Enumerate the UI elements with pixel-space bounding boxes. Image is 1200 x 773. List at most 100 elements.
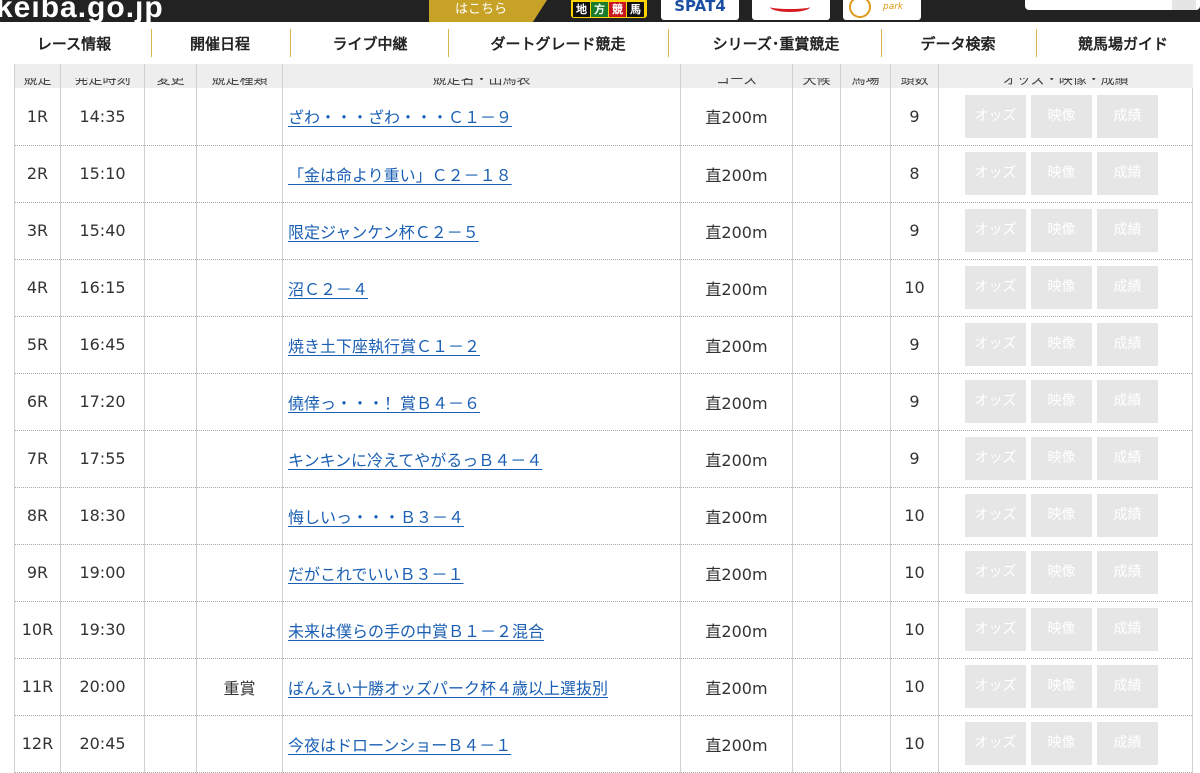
race-name-link[interactable]: 僥倖っ・・・！賞Ｂ４－６ <box>288 394 480 413</box>
odds-button[interactable]: オッズ <box>965 665 1026 708</box>
odds-button[interactable]: オッズ <box>965 722 1026 765</box>
track-condition-cell <box>840 487 891 545</box>
chiho-char: 競 <box>609 2 626 17</box>
race-number-cell: 1R <box>14 88 61 146</box>
odds-button[interactable]: オッズ <box>965 551 1026 594</box>
odds-video-result-cell: オッズ 映像 成績 <box>938 487 1193 545</box>
odds-video-result-cell: オッズ 映像 成績 <box>938 145 1193 203</box>
race-number-cell: 5R <box>14 316 61 374</box>
odds-button[interactable]: オッズ <box>965 209 1026 252</box>
video-button[interactable]: 映像 <box>1031 380 1092 423</box>
race-type-cell <box>196 601 283 659</box>
race-number-cell: 11R <box>14 658 61 716</box>
video-button[interactable]: 映像 <box>1031 608 1092 651</box>
race-name-link[interactable]: だがこれでいいＢ３－１ <box>288 565 464 584</box>
result-button[interactable]: 成績 <box>1097 380 1158 423</box>
result-button[interactable]: 成績 <box>1097 722 1158 765</box>
odds-button[interactable]: オッズ <box>965 380 1026 423</box>
nav-race-info[interactable]: レース情報 <box>14 29 134 59</box>
nav-track-guide[interactable]: 競馬場ガイド <box>1046 29 1200 59</box>
nav-schedule[interactable]: 開催日程 <box>160 29 280 59</box>
search-button[interactable] <box>1172 0 1196 10</box>
race-name-link[interactable]: ざわ・・・ざわ・・・Ｃ１－９ <box>288 108 512 127</box>
result-button[interactable]: 成績 <box>1097 94 1158 138</box>
result-button[interactable]: 成績 <box>1097 152 1158 195</box>
hakochira-tab[interactable]: はこちら <box>429 0 547 22</box>
video-button[interactable]: 映像 <box>1031 665 1092 708</box>
oddspark-banner[interactable]: park <box>843 0 921 20</box>
nav-separator <box>448 29 449 57</box>
video-button[interactable]: 映像 <box>1031 323 1092 366</box>
start-time-cell: 15:10 <box>60 145 145 203</box>
nav-live[interactable]: ライブ中継 <box>300 29 440 59</box>
result-button[interactable]: 成績 <box>1097 665 1158 708</box>
race-name-link[interactable]: ばんえい十勝オッズパーク杯４歳以上選抜別 <box>288 679 608 698</box>
track-condition-cell <box>840 544 891 602</box>
result-button[interactable]: 成績 <box>1097 323 1158 366</box>
race-type-cell: 重賞 <box>196 658 283 716</box>
result-button[interactable]: 成績 <box>1097 209 1158 252</box>
race-name-cell: 「金は命より重い」Ｃ２－１８ <box>282 145 681 203</box>
chiho-char: 方 <box>591 2 608 17</box>
result-button[interactable]: 成績 <box>1097 608 1158 651</box>
race-name-link[interactable]: 焼き土下座執行賞Ｃ１－２ <box>288 337 480 356</box>
odds-button[interactable]: オッズ <box>965 94 1026 138</box>
result-button[interactable]: 成績 <box>1097 494 1158 537</box>
race-name-link[interactable]: 「金は命より重い」Ｃ２－１８ <box>288 166 512 185</box>
course-cell: 直200m <box>680 430 793 488</box>
odds-button[interactable]: オッズ <box>965 152 1026 195</box>
course-cell: 直200m <box>680 658 793 716</box>
change-cell <box>144 88 197 146</box>
odds-button[interactable]: オッズ <box>965 266 1026 309</box>
result-button[interactable]: 成績 <box>1097 437 1158 480</box>
video-button[interactable]: 映像 <box>1031 437 1092 480</box>
race-type-cell <box>196 373 283 431</box>
video-button[interactable]: 映像 <box>1031 209 1092 252</box>
table-row: 5R 16:45 焼き土下座執行賞Ｃ１－２ 直200m 9 オッズ 映像 成績 <box>14 316 1193 374</box>
nav-dirt-grade[interactable]: ダートグレード競走 <box>458 29 658 59</box>
site-logo[interactable]: keiba.go.jp <box>0 0 164 22</box>
partner-banner-red[interactable] <box>752 0 830 20</box>
nav-series[interactable]: シリーズ･重賞競走 <box>678 29 874 59</box>
start-time-cell: 17:55 <box>60 430 145 488</box>
race-name-link[interactable]: 沼Ｃ２－４ <box>288 280 368 299</box>
odds-button[interactable]: オッズ <box>965 608 1026 651</box>
result-button[interactable]: 成績 <box>1097 551 1158 594</box>
race-name-link[interactable]: 悔しいっ・・・Ｂ３－４ <box>288 508 464 527</box>
chiho-keiba-banner[interactable]: 地 方 競 馬 <box>571 0 647 18</box>
nav-data-search[interactable]: データ検索 <box>890 29 1026 59</box>
weather-cell <box>792 145 841 203</box>
table-row: 10R 19:30 未来は僕らの手の中賞Ｂ１－２混合 直200m 10 オッズ 映像 成績 <box>14 601 1193 659</box>
race-type-cell <box>196 259 283 317</box>
race-number-cell: 10R <box>14 601 61 659</box>
video-button[interactable]: 映像 <box>1031 94 1092 138</box>
video-button[interactable]: 映像 <box>1031 152 1092 195</box>
race-number-cell: 2R <box>14 145 61 203</box>
race-name-link[interactable]: キンキンに冷えてやがるっＢ４－４ <box>288 451 542 470</box>
start-time-cell: 16:45 <box>60 316 145 374</box>
table-row: 8R 18:30 悔しいっ・・・Ｂ３－４ 直200m 10 オッズ 映像 成績 <box>14 487 1193 545</box>
race-type-cell <box>196 544 283 602</box>
race-name-link[interactable]: 今夜はドローンショーＢ４－１ <box>288 736 511 755</box>
race-name-cell: 今夜はドローンショーＢ４－１ <box>282 715 681 773</box>
change-cell <box>144 259 197 317</box>
search-input[interactable] <box>1025 0 1200 10</box>
race-type-cell <box>196 145 283 203</box>
race-name-cell: ざわ・・・ざわ・・・Ｃ１－９ <box>282 88 681 146</box>
weather-cell <box>792 601 841 659</box>
race-name-link[interactable]: 未来は僕らの手の中賞Ｂ１－２混合 <box>288 622 544 641</box>
video-button[interactable]: 映像 <box>1031 266 1092 309</box>
video-button[interactable]: 映像 <box>1031 494 1092 537</box>
change-cell <box>144 373 197 431</box>
video-button[interactable]: 映像 <box>1031 551 1092 594</box>
col-type: 競走種類 <box>196 64 283 88</box>
result-button[interactable]: 成績 <box>1097 266 1158 309</box>
spat4-banner[interactable]: SPAT4 <box>661 0 739 20</box>
main-nav: レース情報 開催日程 ライブ中継 ダートグレード競走 シリーズ･重賞競走 データ… <box>0 22 1200 64</box>
odds-button[interactable]: オッズ <box>965 323 1026 366</box>
race-name-link[interactable]: 限定ジャンケン杯Ｃ２－５ <box>288 223 479 242</box>
video-button[interactable]: 映像 <box>1031 722 1092 765</box>
start-time-cell: 14:35 <box>60 88 145 146</box>
odds-button[interactable]: オッズ <box>965 494 1026 537</box>
odds-button[interactable]: オッズ <box>965 437 1026 480</box>
